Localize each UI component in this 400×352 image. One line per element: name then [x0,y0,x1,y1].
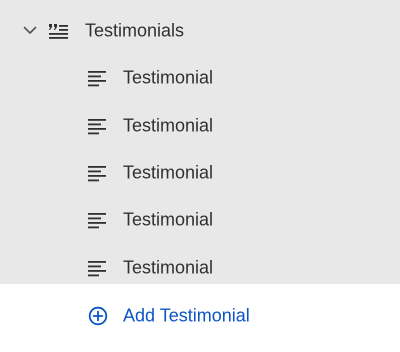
block-item-label: Testimonial [123,115,214,135]
text-lines-icon [87,69,107,87]
chevron-down-icon[interactable] [22,23,38,39]
text-lines-icon [87,211,107,229]
text-lines-icon [87,259,107,277]
block-item-label: Testimonial [123,67,214,87]
add-testimonial-label: Add Testimonial [123,305,250,325]
block-item-testimonial-4[interactable]: Testimonial [0,196,400,243]
block-item-label: Testimonial [123,162,214,182]
block-item-label: Testimonial [123,209,214,229]
add-block-area: Add Testimonial [0,284,400,352]
text-lines-icon [87,164,107,182]
section-title: Testimonials [85,20,185,40]
plus-circle-icon [88,306,108,326]
section-block-list: Testimonials Testimonial Testimonial Tes… [0,0,400,284]
block-item-testimonial-2[interactable]: Testimonial [0,102,400,149]
block-item-testimonial-1[interactable]: Testimonial [0,54,400,101]
add-testimonial-button[interactable]: Add Testimonial [0,292,400,339]
block-item-testimonial-3[interactable]: Testimonial [0,149,400,196]
text-lines-icon [87,117,107,135]
section-header-testimonials[interactable]: Testimonials [0,7,400,54]
quote-list-icon [47,22,69,40]
section-panel: Testimonials Testimonial Testimonial Tes… [0,0,400,352]
block-item-label: Testimonial [123,257,214,277]
